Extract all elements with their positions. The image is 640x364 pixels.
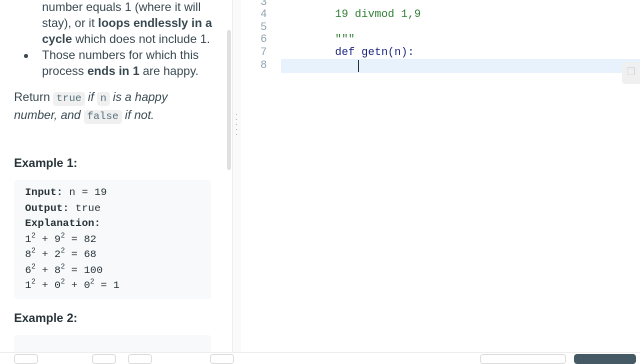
toolbar-button[interactable] bbox=[92, 354, 116, 364]
copy-icon[interactable]: ❐ bbox=[622, 62, 640, 84]
output-value: true bbox=[69, 202, 101, 215]
output-label: Output: bbox=[25, 202, 70, 215]
input-value: n = 19 bbox=[62, 187, 107, 199]
example-1-box: Input: n = 19 Output: true Explanation: … bbox=[14, 180, 211, 299]
submit-button[interactable] bbox=[574, 354, 636, 364]
code-line[interactable]: 19 divmod 1,9 bbox=[335, 9, 421, 21]
problem-description: number equals 1 (where it will stay), or… bbox=[14, 0, 214, 79]
explanation-line: 82 + 22 = 68 bbox=[25, 247, 97, 261]
line-number: 4 bbox=[260, 9, 267, 21]
text-cursor bbox=[358, 60, 359, 72]
example-2-title: Example 2: bbox=[14, 311, 78, 325]
code-false: false bbox=[84, 110, 122, 124]
line-number: 6 bbox=[260, 34, 267, 46]
problem-scrollbar[interactable] bbox=[227, 30, 231, 170]
explanation-label: Explanation: bbox=[25, 218, 101, 230]
example-output: Output: true bbox=[25, 202, 200, 218]
toolbar-button[interactable] bbox=[14, 354, 38, 364]
example-input: Input: n = 19 bbox=[25, 186, 200, 202]
code-line[interactable]: def getn(n): bbox=[335, 47, 414, 59]
line-number: 3 bbox=[260, 0, 267, 9]
rules-list: number equals 1 (where it will stay), or… bbox=[14, 0, 214, 79]
bullet-text-end: which does not include 1. bbox=[72, 32, 211, 46]
return-word: Return bbox=[14, 90, 54, 104]
code-line[interactable]: """ bbox=[335, 34, 355, 46]
line-number: 8 bbox=[260, 60, 267, 72]
toolbar-button[interactable] bbox=[128, 354, 152, 364]
bullet-bold-text: ends in 1 bbox=[87, 64, 140, 78]
list-item: Those numbers for which this process end… bbox=[24, 47, 214, 79]
line-number: 5 bbox=[260, 22, 267, 34]
line-number: 7 bbox=[260, 47, 267, 59]
bullet-text-end: are happy. bbox=[139, 64, 199, 78]
toolbar-button[interactable] bbox=[210, 354, 234, 364]
return-statement: Return true if n is a happy number, and … bbox=[14, 89, 214, 125]
return-if: if bbox=[84, 90, 98, 104]
code-n: n bbox=[97, 92, 110, 106]
drag-handle-icon[interactable]: · · · · · bbox=[235, 111, 238, 139]
code-editor[interactable]: 3 4 5 6 7 8 """ 19 divmod 1,9 """ def ge… bbox=[241, 0, 640, 360]
explanation-line: 12 + 02 + 02 = 1 bbox=[25, 278, 120, 292]
return-not: if not. bbox=[121, 108, 155, 122]
problem-panel: number equals 1 (where it will stay), or… bbox=[0, 0, 232, 360]
explanation-line: 62 + 82 = 100 bbox=[25, 263, 103, 277]
code-true: true bbox=[53, 92, 85, 106]
bullet-icon bbox=[24, 54, 28, 58]
list-item: number equals 1 (where it will stay), or… bbox=[42, 0, 214, 47]
explanation-line: 12 + 92 = 82 bbox=[25, 232, 97, 246]
run-button[interactable] bbox=[480, 354, 566, 364]
example-1-title: Example 1: bbox=[14, 156, 78, 170]
active-line-highlight bbox=[281, 59, 640, 73]
code-line[interactable]: """ bbox=[335, 0, 355, 5]
input-label: Input: bbox=[25, 187, 63, 199]
